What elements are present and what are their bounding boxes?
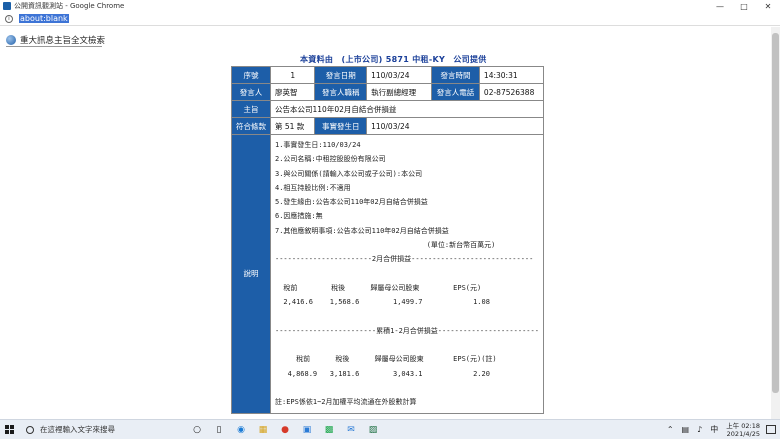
app-icon[interactable]: ▣ bbox=[296, 420, 318, 440]
page-header: 重大訊息主旨全文檢索 bbox=[6, 34, 105, 46]
time-value: 14:30:31 bbox=[478, 66, 544, 84]
date-value: 110/03/24 bbox=[366, 66, 433, 84]
description-line bbox=[275, 310, 539, 324]
line-icon[interactable]: ▩ bbox=[318, 420, 340, 440]
header-underline bbox=[6, 46, 102, 47]
search-icon bbox=[26, 425, 34, 434]
scrollbar-thumb[interactable] bbox=[772, 33, 779, 393]
description-line: 3.與公司關係(請輸入本公司或子公司):本公司 bbox=[275, 169, 423, 178]
window-title: 公開資訊觀測站 - Google Chrome bbox=[14, 2, 125, 10]
subject-label: 主旨 bbox=[231, 100, 271, 118]
description-line: 2,416.6 1,568.6 1,499.7 1.08 bbox=[275, 298, 490, 307]
seq-value: 1 bbox=[269, 66, 316, 84]
phone-label: 發言人電話 bbox=[431, 83, 480, 101]
description-lines: 1.事實發生日:110/03/24 2.公司名稱:中租控股股份有限公司 3.與公司關… bbox=[275, 138, 539, 410]
tray-chevron-up-icon[interactable]: ⌃ bbox=[667, 425, 674, 434]
chrome-icon[interactable]: ● bbox=[274, 420, 296, 440]
seq-label: 序號 bbox=[231, 66, 271, 84]
occur-date-value: 110/03/24 bbox=[366, 117, 544, 135]
description-line: 稅前 稅後 歸屬母公司股東 EPS(元)(註) bbox=[275, 355, 497, 364]
page-title: 重大訊息主旨全文檢索 bbox=[20, 36, 106, 46]
table-row: 序號 1 發言日期 110/03/24 發言時間 14:30:31 bbox=[231, 66, 544, 84]
clause-value: 第 51 款 bbox=[269, 117, 316, 135]
network-icon[interactable]: ▤ bbox=[682, 425, 690, 434]
announcement-table: 序號 1 發言日期 110/03/24 發言時間 14:30:31 發言人 廖英… bbox=[231, 66, 544, 414]
maximize-button[interactable]: □ bbox=[732, 0, 756, 12]
description-line: 1.事實發生日:110/03/24 bbox=[275, 141, 361, 149]
minimize-button[interactable]: — bbox=[708, 0, 732, 12]
description-line: (單位:新台幣百萬元) bbox=[275, 241, 496, 250]
description-line: -----------------------2月合併損益-----------… bbox=[275, 255, 534, 264]
description-line: 4.相互持股比例:不適用 bbox=[275, 183, 351, 192]
windows-taskbar: 在這裡輸入文字來搜尋 ○ ▯ ◉ ▦ ● ▣ ▩ ✉ ▨ ⌃ ▤ ♪ 中 上午 … bbox=[0, 419, 780, 439]
description-line: 2.公司名稱:中租控股股份有限公司 bbox=[275, 155, 386, 164]
description-line: ------------------------累積1-2月合併損益------… bbox=[275, 326, 539, 335]
address-bar[interactable]: i about:blank bbox=[0, 12, 780, 26]
page-scrollbar[interactable] bbox=[771, 27, 780, 419]
chrome-title-bar: 公開資訊觀測站 - Google Chrome — □ ✕ bbox=[0, 0, 780, 12]
speaker-title-label: 發言人職稱 bbox=[314, 83, 368, 101]
description-line: 5.發生緣由:公告本公司110年02月自結合併損益 bbox=[275, 198, 428, 207]
description-label: 說明 bbox=[231, 134, 271, 414]
description-line bbox=[275, 338, 539, 352]
site-favicon-icon bbox=[3, 2, 11, 10]
edge-icon[interactable]: ◉ bbox=[230, 420, 252, 440]
globe-icon bbox=[6, 35, 16, 45]
windows-logo-icon bbox=[4, 425, 14, 434]
taskbar-clock[interactable]: 上午 02:18 2021/4/25 bbox=[726, 422, 760, 438]
url-text[interactable]: about:blank bbox=[19, 14, 69, 23]
speaker-label: 發言人 bbox=[231, 83, 271, 101]
description-line: 稅前 稅後 歸屬母公司股東 EPS(元) bbox=[275, 283, 482, 292]
description-content: 1.事實發生日:110/03/24 2.公司名稱:中租控股股份有限公司 3.與公司關… bbox=[270, 134, 544, 414]
clock-time: 上午 02:18 bbox=[726, 421, 760, 430]
taskbar-search[interactable]: 在這裡輸入文字來搜尋 bbox=[18, 421, 186, 439]
task-view-icon[interactable]: ▯ bbox=[208, 420, 230, 440]
description-line: 4,868.9 3,181.6 3,043.1 2.20 bbox=[275, 369, 490, 378]
notification-icon[interactable] bbox=[766, 425, 776, 434]
clause-label: 符合條款 bbox=[231, 117, 271, 135]
time-label: 發言時間 bbox=[431, 66, 480, 84]
table-row: 主旨 公告本公司110年02月自結合併損益 bbox=[231, 100, 544, 118]
excel-icon[interactable]: ▨ bbox=[362, 420, 384, 440]
page-content: 重大訊息主旨全文檢索 本資料由 (上市公司) 5871 中租-KY 公司提供 序… bbox=[0, 27, 780, 419]
volume-icon[interactable]: ♪ bbox=[697, 425, 702, 434]
phone-value: 02-87526388 bbox=[478, 83, 544, 101]
subject-value: 公告本公司110年02月自結合併損益 bbox=[270, 100, 544, 118]
description-line: 註:EPS係依1~2月加權平均流通在外股數計算 bbox=[275, 398, 417, 407]
start-button[interactable] bbox=[0, 420, 18, 440]
table-row: 發言人 廖英智 發言人職稱 執行副總經理 發言人電話 02-87526388 bbox=[231, 83, 544, 101]
speaker-value: 廖英智 bbox=[269, 83, 316, 101]
file-explorer-icon[interactable]: ▦ bbox=[252, 420, 274, 440]
mail-icon[interactable]: ✉ bbox=[340, 420, 362, 440]
occur-date-label: 事實發生日 bbox=[314, 117, 368, 135]
close-button[interactable]: ✕ bbox=[756, 0, 780, 12]
description-line: 6.因應措施:無 bbox=[275, 212, 323, 221]
description-line: 7.其他應敘明事項:公告本公司110年02月自結合併損益 bbox=[275, 226, 449, 235]
cortana-icon[interactable]: ○ bbox=[186, 420, 208, 440]
table-row: 符合條款 第 51 款 事實發生日 110/03/24 bbox=[231, 117, 544, 135]
system-tray: ⌃ ▤ ♪ 中 上午 02:18 2021/4/25 bbox=[663, 420, 780, 440]
search-placeholder: 在這裡輸入文字來搜尋 bbox=[40, 425, 115, 434]
clock-date: 2021/4/25 bbox=[726, 429, 760, 438]
table-row: 說明 1.事實發生日:110/03/24 2.公司名稱:中租控股股份有限公司 3.與… bbox=[231, 134, 544, 414]
ime-indicator[interactable]: 中 bbox=[710, 424, 718, 435]
description-line bbox=[275, 381, 539, 395]
date-label: 發言日期 bbox=[314, 66, 368, 84]
description-line bbox=[275, 267, 539, 281]
provider-line: 本資料由 (上市公司) 5871 中租-KY 公司提供 bbox=[300, 55, 487, 64]
speaker-title-value: 執行副總經理 bbox=[366, 83, 433, 101]
info-icon[interactable]: i bbox=[5, 14, 13, 23]
